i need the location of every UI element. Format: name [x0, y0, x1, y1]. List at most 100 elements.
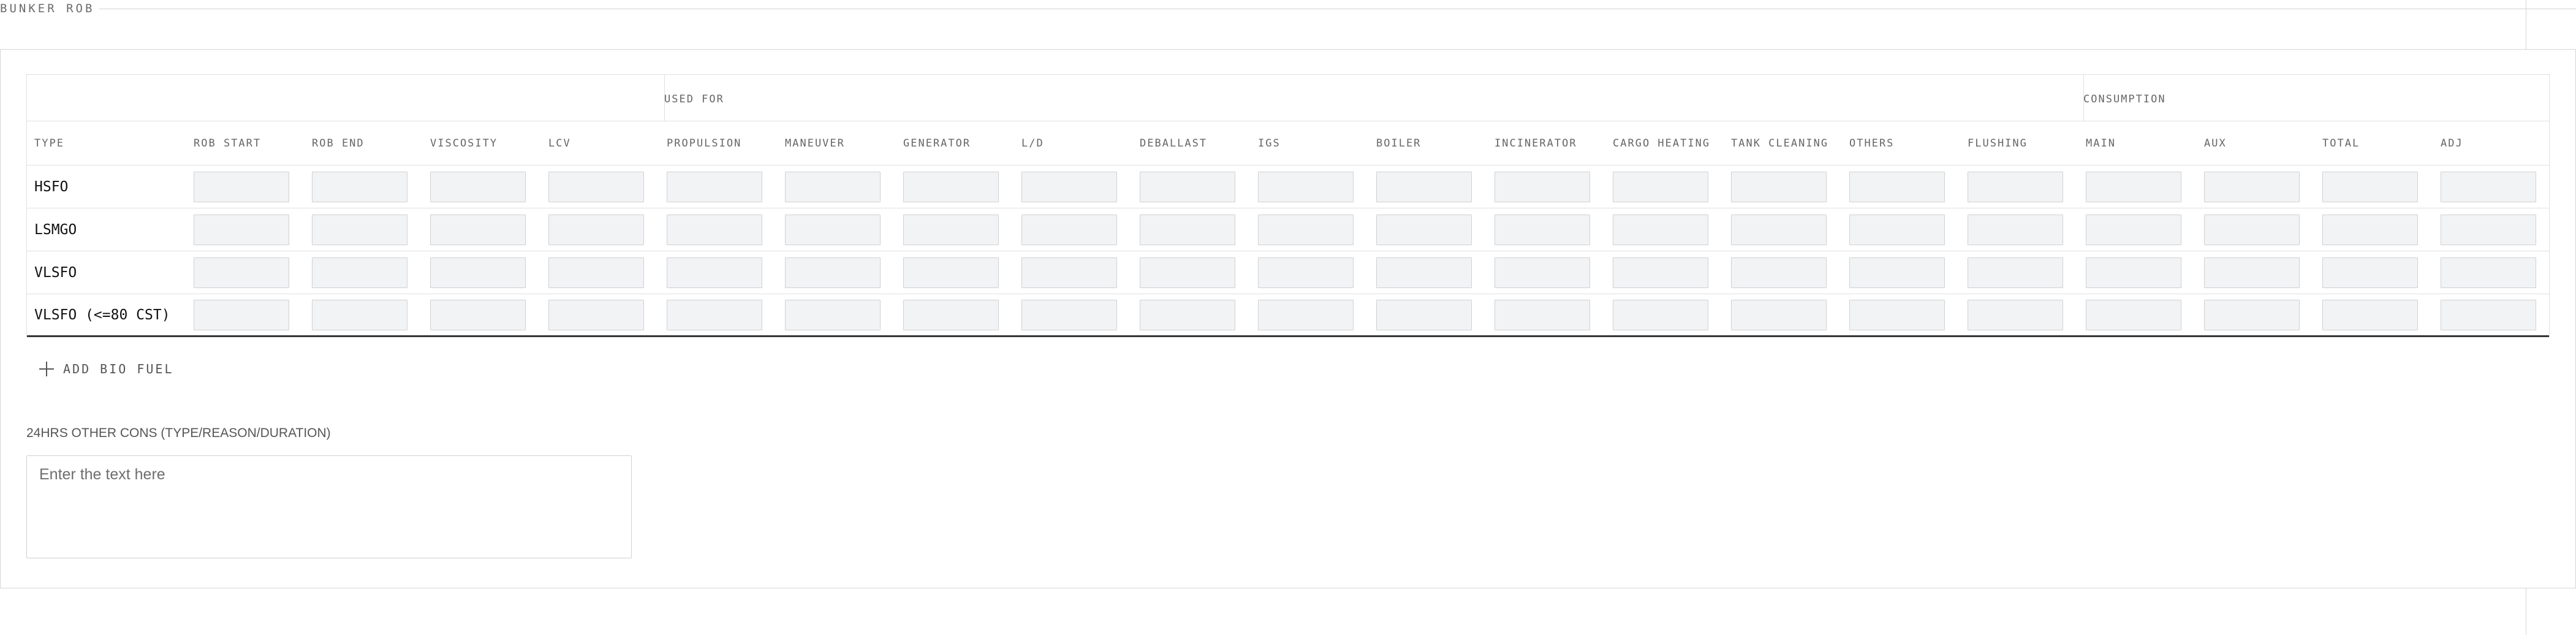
lcv-input[interactable]	[548, 257, 644, 288]
adj-input[interactable]	[2441, 299, 2536, 330]
igs-input[interactable]	[1258, 257, 1354, 288]
main-input[interactable]	[2086, 299, 2181, 330]
maneuver-input[interactable]	[785, 257, 881, 288]
add-bio-fuel-label: ADD BIO FUEL	[63, 362, 174, 376]
flushing-input[interactable]	[1968, 214, 2063, 245]
igs-input[interactable]	[1258, 299, 1354, 330]
viscosity-input[interactable]	[430, 299, 526, 330]
cell-maneuver	[785, 257, 903, 288]
others-input[interactable]	[1849, 257, 1945, 288]
rob-end-input[interactable]	[312, 171, 407, 202]
igs-input[interactable]	[1258, 171, 1354, 202]
boiler-input[interactable]	[1376, 257, 1472, 288]
lcv-input[interactable]	[548, 171, 644, 202]
viscosity-input[interactable]	[430, 214, 526, 245]
total-input[interactable]	[2322, 299, 2418, 330]
propulsion-input[interactable]	[667, 214, 762, 245]
generator-input[interactable]	[903, 214, 999, 245]
deballast-input[interactable]	[1140, 299, 1235, 330]
incinerator-input[interactable]	[1494, 171, 1590, 202]
flushing-input[interactable]	[1968, 257, 2063, 288]
other-cons-textarea[interactable]	[26, 455, 632, 558]
main-input[interactable]	[2086, 214, 2181, 245]
tank-cleaning-input[interactable]	[1731, 299, 1827, 330]
aux-input[interactable]	[2204, 257, 2300, 288]
rob-start-input[interactable]	[194, 299, 289, 330]
propulsion-input[interactable]	[667, 171, 762, 202]
cargo-heating-input[interactable]	[1613, 214, 1708, 245]
deballast-input[interactable]	[1140, 171, 1235, 202]
incinerator-input[interactable]	[1494, 257, 1590, 288]
cell-ld	[1021, 171, 1140, 202]
adj-input[interactable]	[2441, 214, 2536, 245]
maneuver-input[interactable]	[785, 214, 881, 245]
cell-igs	[1258, 214, 1376, 245]
cell-aux	[2204, 257, 2322, 288]
boiler-input[interactable]	[1376, 299, 1472, 330]
cell-incinerator	[1494, 257, 1613, 288]
total-input[interactable]	[2322, 214, 2418, 245]
total-input[interactable]	[2322, 171, 2418, 202]
total-input[interactable]	[2322, 257, 2418, 288]
generator-input[interactable]	[903, 171, 999, 202]
flushing-input[interactable]	[1968, 299, 2063, 330]
main-input[interactable]	[2086, 257, 2181, 288]
adj-input[interactable]	[2441, 257, 2536, 288]
ld-input[interactable]	[1021, 171, 1117, 202]
cell-boiler	[1376, 171, 1494, 202]
lcv-input[interactable]	[548, 299, 644, 330]
propulsion-input[interactable]	[667, 299, 762, 330]
aux-input[interactable]	[2204, 171, 2300, 202]
cell-maneuver	[785, 299, 903, 330]
cell-flushing	[1968, 299, 2086, 330]
viscosity-input[interactable]	[430, 171, 526, 202]
cargo-heating-input[interactable]	[1613, 257, 1708, 288]
ld-input[interactable]	[1021, 257, 1117, 288]
cargo-heating-input[interactable]	[1613, 171, 1708, 202]
aux-input[interactable]	[2204, 299, 2300, 330]
boiler-input[interactable]	[1376, 214, 1472, 245]
header-incinerator: INCINERATOR	[1494, 137, 1577, 150]
rob-start-input[interactable]	[194, 214, 289, 245]
generator-input[interactable]	[903, 299, 999, 330]
tank-cleaning-input[interactable]	[1731, 171, 1827, 202]
propulsion-input[interactable]	[667, 257, 762, 288]
rob-end-input[interactable]	[312, 214, 407, 245]
lcv-input[interactable]	[548, 214, 644, 245]
maneuver-input[interactable]	[785, 299, 881, 330]
cell-viscosity	[430, 214, 548, 245]
main-input[interactable]	[2086, 171, 2181, 202]
fuel-type-label: VLSFO (<=80 CST)	[34, 306, 170, 323]
add-bio-fuel-button[interactable]: ADD BIO FUEL	[39, 361, 174, 377]
deballast-input[interactable]	[1140, 214, 1235, 245]
cell-maneuver	[785, 171, 903, 202]
incinerator-input[interactable]	[1494, 214, 1590, 245]
incinerator-input[interactable]	[1494, 299, 1590, 330]
ld-input[interactable]	[1021, 214, 1117, 245]
others-input[interactable]	[1849, 214, 1945, 245]
cell-flushing	[1968, 257, 2086, 288]
boiler-input[interactable]	[1376, 171, 1472, 202]
maneuver-input[interactable]	[785, 171, 881, 202]
deballast-input[interactable]	[1140, 257, 1235, 288]
cargo-heating-input[interactable]	[1613, 299, 1708, 330]
igs-input[interactable]	[1258, 214, 1354, 245]
cell-tank-cleaning	[1731, 299, 1849, 330]
aux-input[interactable]	[2204, 214, 2300, 245]
cell-viscosity	[430, 257, 548, 288]
tank-cleaning-input[interactable]	[1731, 257, 1827, 288]
viscosity-input[interactable]	[430, 257, 526, 288]
flushing-input[interactable]	[1968, 171, 2063, 202]
rob-end-input[interactable]	[312, 257, 407, 288]
generator-input[interactable]	[903, 257, 999, 288]
tank-cleaning-input[interactable]	[1731, 214, 1827, 245]
adj-input[interactable]	[2441, 171, 2536, 202]
others-input[interactable]	[1849, 299, 1945, 330]
rob-start-input[interactable]	[194, 171, 289, 202]
rob-start-input[interactable]	[194, 257, 289, 288]
rob-end-input[interactable]	[312, 299, 407, 330]
ld-input[interactable]	[1021, 299, 1117, 330]
cell-incinerator	[1494, 171, 1613, 202]
cell-generator	[903, 257, 1021, 288]
others-input[interactable]	[1849, 171, 1945, 202]
